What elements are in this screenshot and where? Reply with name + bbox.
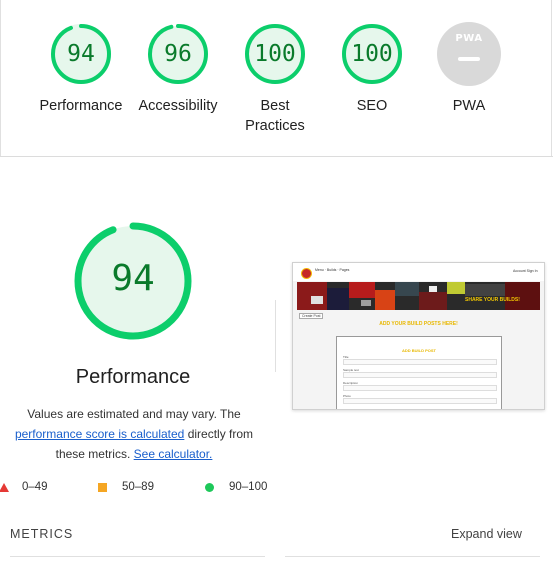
gauge-label: PWA (452, 98, 486, 114)
thumb-form: ADD BUILD POST Title Sample text Descrip… (336, 336, 502, 409)
performance-gauge-large: 94 (72, 220, 194, 342)
vertical-divider (275, 300, 276, 372)
performance-description: Values are estimated and may vary. The p… (5, 404, 263, 464)
thumb-banner-image: SHARE YOUR BUILDS! (297, 282, 540, 310)
final-screenshot-thumbnail[interactable]: Menu · Builds · Pages Account Sign In SH… (292, 262, 545, 410)
metrics-rule-left (10, 556, 265, 557)
thumb-logo-icon (301, 268, 312, 279)
thumb-headline: ADD YOUR BUILD POSTS HERE! (379, 321, 458, 327)
legend-average: 50–89 (98, 481, 154, 493)
gauge-score: 100 (254, 41, 296, 67)
performance-score: 94 (111, 258, 155, 299)
panel-border-left (0, 0, 1, 156)
panel-border-right (551, 0, 552, 156)
score-calculated-link[interactable]: performance score is calculated (15, 427, 184, 441)
thumb-form-field (343, 372, 497, 378)
desc-text-2: directly from (187, 427, 254, 441)
legend-fail: 0–49 (0, 481, 48, 493)
legend-range: 90–100 (229, 481, 268, 493)
thumb-form-field (343, 398, 497, 404)
legend-pass: 90–100 (205, 481, 267, 493)
gauge-score: 94 (67, 41, 95, 67)
legend-range: 0–49 (22, 481, 48, 493)
thumb-form-field (343, 359, 497, 365)
thumb-form-title: ADD BUILD POST (402, 348, 436, 353)
circle-icon (205, 482, 214, 492)
pwa-dash-icon (458, 57, 480, 61)
legend-range: 50–89 (122, 481, 154, 493)
desc-text-3: these metrics. (55, 447, 131, 461)
thumb-nav: Menu · Builds · Pages (315, 268, 350, 272)
performance-title: Performance (75, 366, 191, 388)
gauge-score: 96 (164, 41, 192, 67)
desc-text-1: Values are estimated and may vary. The (27, 407, 241, 421)
thumb-form-field (343, 385, 497, 391)
gauge-score: 100 (351, 41, 393, 67)
gauge-label-line2: Practices (245, 118, 305, 134)
thumb-nav-right: Account Sign In (513, 269, 538, 273)
pwa-logo-text: PWA (455, 33, 483, 44)
pwa-badge-icon (437, 22, 501, 86)
metrics-heading: METRICS (10, 527, 74, 541)
square-icon (98, 482, 107, 492)
metrics-rule-right (285, 556, 540, 557)
expand-view-button[interactable]: Expand view (451, 527, 522, 541)
thumb-topbar: Menu · Builds · Pages Account Sign In (293, 263, 544, 281)
triangle-icon (0, 482, 9, 492)
section-divider (0, 156, 553, 157)
thumb-banner-text: SHARE YOUR BUILDS! (465, 297, 520, 303)
see-calculator-link[interactable]: See calculator. (134, 447, 213, 461)
thumb-button: Create Post (299, 313, 324, 319)
